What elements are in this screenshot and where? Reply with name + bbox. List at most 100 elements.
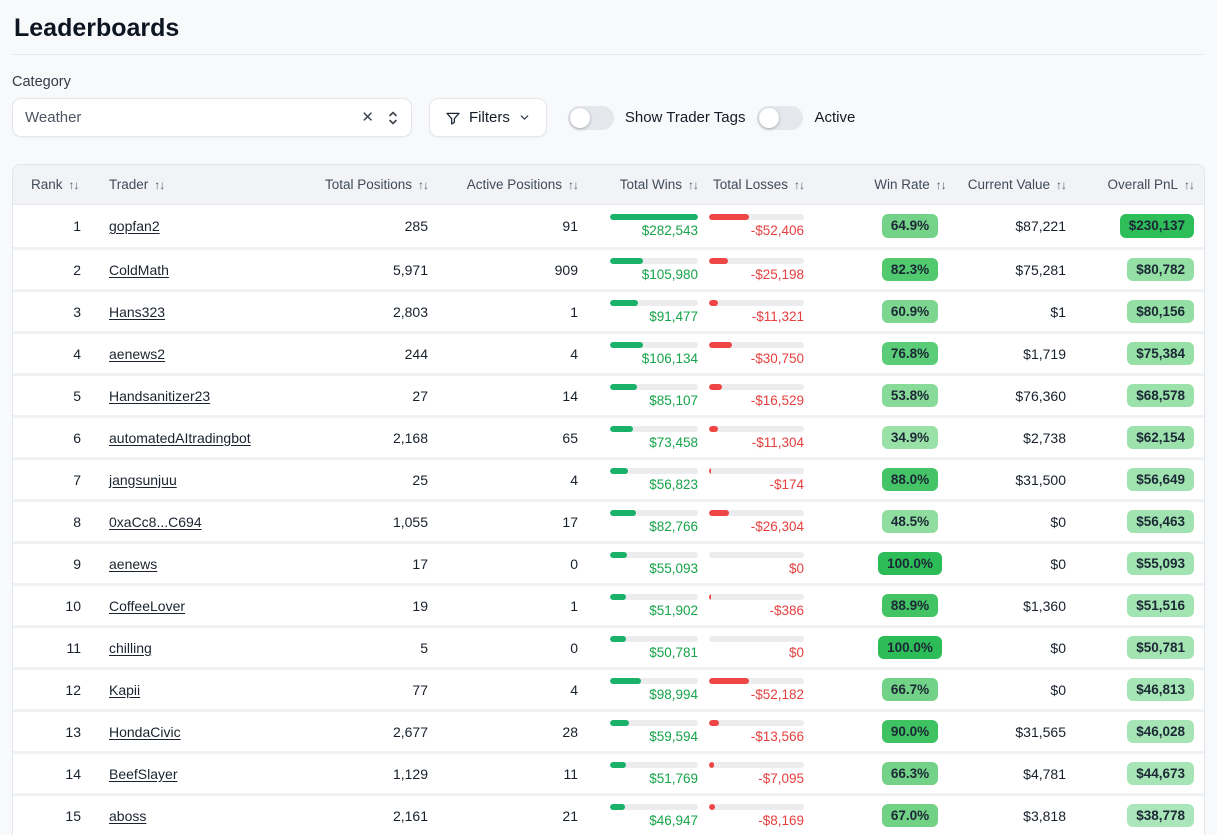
win-rate-badge-cell: 66.3% [824,762,996,786]
overall-pnl-badge: $80,782 [1127,258,1194,282]
active-toggle[interactable] [757,106,803,130]
clear-icon[interactable]: ✕ [352,110,383,125]
total-losses-bar [709,300,804,306]
column-header-rank[interactable]: Rank↑↓ [13,177,109,192]
total-wins-bar [610,678,698,684]
sort-icon[interactable]: ↑↓ [1056,178,1066,192]
win-rate-badge-cell: 48.5% [824,510,996,534]
trader-link[interactable]: Hans323 [109,304,165,320]
trader-cell: jangsunjuu [109,472,339,488]
trader-cell: Kapii [109,682,339,698]
total-wins-cell: $55,093 [604,552,706,576]
sort-icon[interactable]: ↑↓ [154,178,164,192]
sort-icon[interactable]: ↑↓ [418,178,428,192]
current-value-cell: $31,500 [996,472,1098,488]
total-losses-cell: -$11,321 [706,300,824,324]
rank-cell: 1 [13,218,109,234]
total-losses-value: -$26,304 [751,519,804,534]
table-row: 6automatedAItradingbot2,16865$73,458-$11… [13,415,1204,457]
total-wins-bar [610,300,698,306]
trader-cell: 0xaCc8...C694 [109,514,339,530]
rank-cell: 8 [13,514,109,530]
column-header-total-positions[interactable]: Total Positions↑↓ [339,177,454,192]
sort-icon[interactable]: ↑↓ [794,178,804,192]
trader-link[interactable]: Kapii [109,682,140,698]
total-positions-cell: 1,129 [339,766,454,782]
page-title: Leaderboards [12,0,1205,54]
total-wins-value: $55,093 [649,561,698,576]
select-updown-icon[interactable] [383,110,399,126]
active-positions-cell: 14 [454,388,604,404]
trader-link[interactable]: aboss [109,808,146,824]
total-losses-bar [709,426,804,432]
win-rate-badge-cell: 100.0% [824,552,996,576]
sort-icon[interactable]: ↑↓ [69,178,79,192]
filters-button[interactable]: Filters [429,98,547,137]
trader-link[interactable]: ColdMath [109,262,169,278]
total-wins-value: $46,947 [649,813,698,828]
trader-link[interactable]: jangsunjuu [109,472,177,488]
current-value-cell: $0 [996,514,1098,530]
trader-link[interactable]: aenews [109,556,157,572]
table-row: 3Hans3232,8031$91,477-$11,32160.9%$1$80,… [13,289,1204,331]
column-header-active-positions[interactable]: Active Positions↑↓ [454,177,604,192]
overall-pnl-badge: $80,156 [1127,300,1194,324]
overall-pnl-badge: $75,384 [1127,342,1194,366]
trader-link[interactable]: gopfan2 [109,218,160,234]
win-rate-badge: 90.0% [882,720,938,744]
total-positions-cell: 5,971 [339,262,454,278]
column-header-current-value[interactable]: Current Value↑↓ [996,177,1098,192]
table-row: 7jangsunjuu254$56,823-$17488.0%$31,500$5… [13,457,1204,499]
active-positions-cell: 4 [454,472,604,488]
win-rate-badge: 66.3% [882,762,938,786]
total-wins-value: $85,107 [649,393,698,408]
trader-link[interactable]: Handsanitizer23 [109,388,210,404]
total-losses-value: -$11,304 [752,435,804,450]
total-wins-cell: $105,980 [604,258,706,282]
column-header-total-losses[interactable]: Total Losses↑↓ [706,177,824,192]
trader-link[interactable]: 0xaCc8...C694 [109,514,202,530]
total-positions-cell: 77 [339,682,454,698]
active-toggle-label: Active [814,109,855,126]
column-header-total-wins[interactable]: Total Wins↑↓ [604,177,706,192]
column-header-trader[interactable]: Trader↑↓ [109,177,339,192]
toggle-group: Show Trader Tags Active [568,106,867,130]
win-rate-badge: 67.0% [882,804,938,828]
current-value-cell: $87,221 [996,218,1098,234]
table-row: 12Kapii774$98,994-$52,18266.7%$0$46,813 [13,667,1204,709]
category-select-value: Weather [25,109,352,126]
win-rate-badge: 48.5% [882,510,938,534]
trader-link[interactable]: automatedAItradingbot [109,430,251,446]
sort-icon[interactable]: ↑↓ [936,178,946,192]
total-losses-value: $0 [789,645,804,660]
overall-pnl-badge: $44,673 [1127,762,1194,786]
sort-icon[interactable]: ↑↓ [688,178,698,192]
total-losses-cell: -$11,304 [706,426,824,450]
trader-cell: automatedAItradingbot [109,430,339,446]
title-divider [12,54,1205,55]
total-losses-bar [709,804,804,810]
overall-pnl-badge-cell: $46,813 [1098,678,1205,702]
show-trader-tags-toggle[interactable] [568,106,614,130]
trader-link[interactable]: chilling [109,640,152,656]
overall-pnl-badge-cell: $230,137 [1098,214,1205,238]
current-value-cell: $1,360 [996,598,1098,614]
total-wins-value: $56,823 [649,477,698,492]
trader-link[interactable]: BeefSlayer [109,766,177,782]
win-rate-badge-cell: 64.9% [824,214,996,238]
trader-link[interactable]: CoffeeLover [109,598,185,614]
table-row: 1gopfan228591$282,543-$52,40664.9%$87,22… [13,205,1204,247]
total-losses-value: -$13,566 [751,729,804,744]
active-positions-cell: 4 [454,682,604,698]
sort-icon[interactable]: ↑↓ [1184,178,1194,192]
trader-link[interactable]: aenews2 [109,346,165,362]
win-rate-badge-cell: 60.9% [824,300,996,324]
category-select[interactable]: Weather ✕ [12,98,412,137]
total-wins-cell: $46,947 [604,804,706,828]
trader-link[interactable]: HondaCivic [109,724,181,740]
column-header-overall-pnl[interactable]: Overall PnL↑↓ [1098,177,1205,192]
current-value-cell: $1 [996,304,1098,320]
trader-cell: chilling [109,640,339,656]
sort-icon[interactable]: ↑↓ [568,178,578,192]
win-rate-badge: 64.9% [882,214,938,238]
